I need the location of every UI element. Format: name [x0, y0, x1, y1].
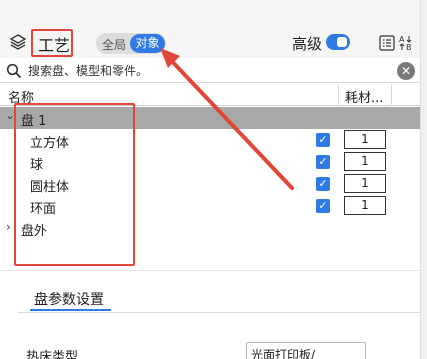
- tree-row-plate[interactable]: ⌄ 盘 1: [0, 107, 420, 129]
- bed-type-label: 热床类型: [26, 350, 79, 359]
- clear-icon[interactable]: ✕: [397, 62, 415, 80]
- object-label: 立方体: [30, 136, 70, 151]
- object-label: 环面: [30, 202, 57, 217]
- tree-row-object[interactable]: 立方体 ✓ 1: [0, 129, 420, 151]
- object-label: 圆柱体: [30, 180, 70, 195]
- segment-object[interactable]: 对象: [130, 34, 165, 53]
- toggle-knob: [337, 37, 347, 47]
- column-divider[interactable]: [338, 84, 339, 106]
- quantity-field[interactable]: 1: [344, 130, 386, 149]
- sort-az-icon[interactable]: A B: [398, 34, 414, 52]
- search-icon: [6, 63, 22, 79]
- object-label: 球: [30, 158, 44, 173]
- print-checkbox[interactable]: ✓: [316, 199, 330, 213]
- tree-row-outside-plate[interactable]: › 盘外: [0, 217, 420, 239]
- chevron-right-icon[interactable]: ›: [6, 220, 11, 234]
- quantity-field[interactable]: 1: [344, 196, 386, 215]
- toolbar: 工艺 全局 对象 高级 A B: [0, 0, 427, 58]
- search-bar: ✕: [0, 59, 420, 83]
- svg-text:A: A: [399, 35, 405, 44]
- layers-icon[interactable]: [9, 33, 27, 51]
- tab-divider: [18, 312, 420, 313]
- search-input[interactable]: [28, 62, 388, 80]
- svg-text:B: B: [406, 43, 412, 52]
- column-material-header[interactable]: 耗材...: [345, 87, 383, 106]
- column-name-header[interactable]: 名称: [8, 87, 34, 106]
- active-tab-underline: [30, 309, 111, 311]
- tree-row-object[interactable]: 圆柱体 ✓ 1: [0, 173, 420, 195]
- advanced-toggle[interactable]: [326, 34, 350, 50]
- scope-segmented-control[interactable]: 全局 对象: [96, 33, 166, 54]
- tree-row-object[interactable]: 环面 ✓ 1: [0, 195, 420, 217]
- print-checkbox[interactable]: ✓: [316, 177, 330, 191]
- bed-type-select[interactable]: 光面打印板/: [246, 342, 366, 359]
- print-checkbox[interactable]: ✓: [316, 155, 330, 169]
- outside-plate-label: 盘外: [21, 224, 48, 239]
- tab-plate-settings[interactable]: 盘参数设置: [34, 289, 104, 309]
- list-view-icon[interactable]: [379, 35, 395, 51]
- panel-title: 工艺: [38, 36, 71, 55]
- panel-divider: [0, 270, 420, 271]
- advanced-label: 高级: [292, 35, 323, 53]
- tree-row-object[interactable]: 球 ✓ 1: [0, 151, 420, 173]
- column-divider[interactable]: [391, 84, 392, 106]
- table-header: 名称 耗材...: [0, 84, 420, 106]
- quantity-field[interactable]: 1: [344, 152, 386, 171]
- print-checkbox[interactable]: ✓: [316, 133, 330, 147]
- chevron-down-icon[interactable]: ⌄: [5, 108, 15, 122]
- segment-global[interactable]: 全局: [102, 36, 126, 53]
- scrollbar[interactable]: [420, 0, 427, 359]
- plate-label: 盘 1: [21, 114, 47, 129]
- quantity-field[interactable]: 1: [344, 174, 386, 193]
